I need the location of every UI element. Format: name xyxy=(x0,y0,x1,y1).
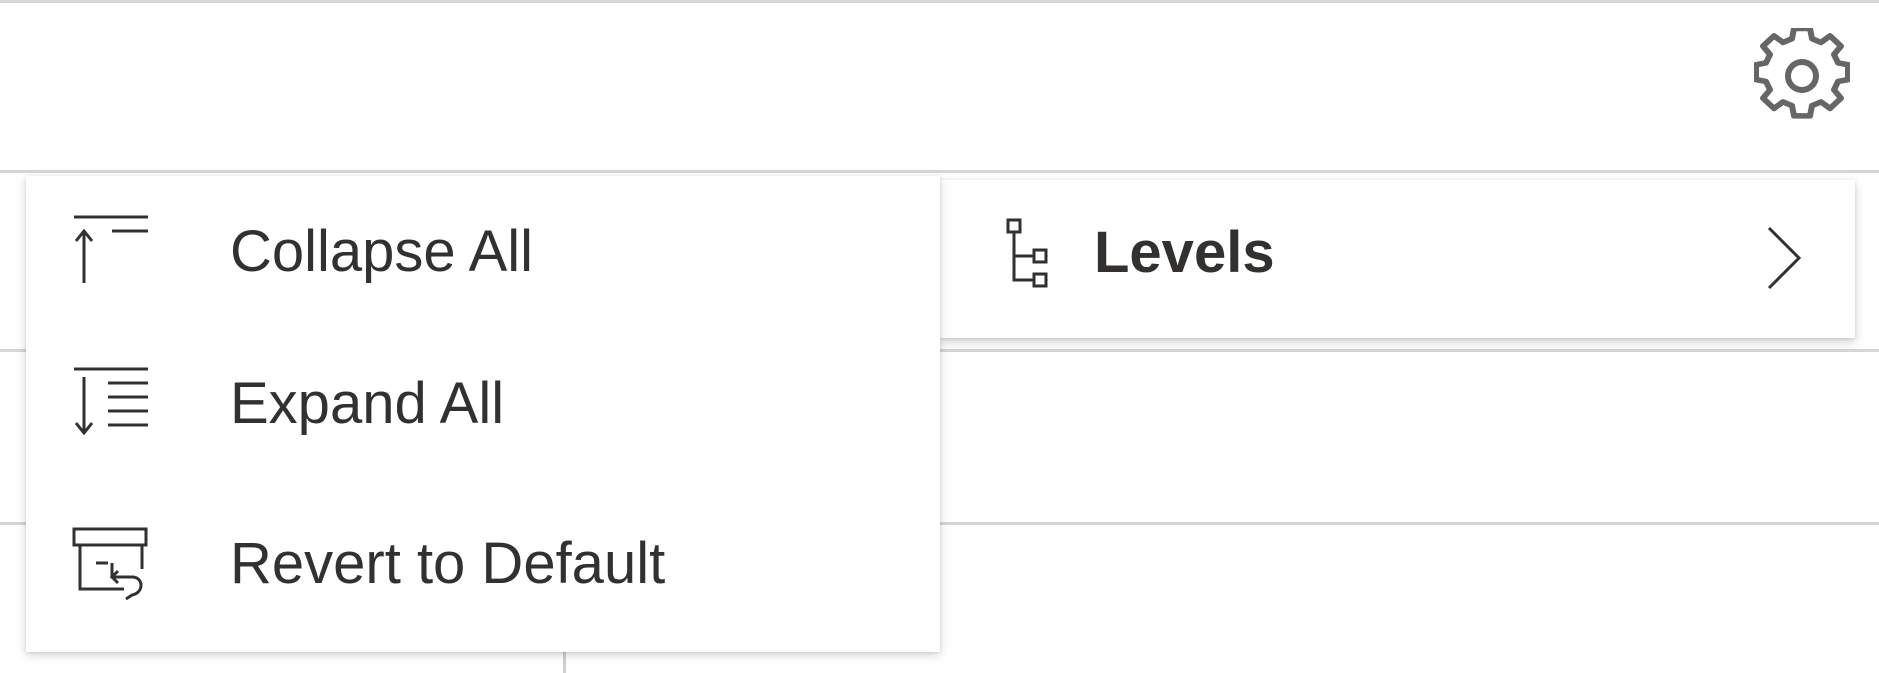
collapse-all-label: Collapse All xyxy=(230,218,534,284)
levels-menu-item[interactable]: Levels xyxy=(940,180,1855,338)
levels-label: Levels xyxy=(1094,220,1275,285)
divider-top xyxy=(0,0,1879,3)
collapse-all-menu-item[interactable]: Collapse All xyxy=(26,176,940,326)
expand-all-label: Expand All xyxy=(230,370,505,436)
chevron-right-icon xyxy=(1767,226,1802,290)
settings-button[interactable] xyxy=(1754,28,1850,124)
expand-all-icon xyxy=(72,363,152,443)
hierarchy-levels-icon xyxy=(1006,218,1048,288)
revert-to-default-menu-item[interactable]: Revert to Default xyxy=(26,488,940,638)
gear-icon xyxy=(1754,28,1850,119)
revert-to-default-icon xyxy=(72,523,152,603)
revert-to-default-label: Revert to Default xyxy=(230,530,666,596)
divider-row-1 xyxy=(0,170,1879,173)
context-menu: Collapse All Expand All Revert to Defaul… xyxy=(26,176,940,652)
page: Levels Collapse All Expand All Revert to… xyxy=(0,0,1879,673)
expand-all-menu-item[interactable]: Expand All xyxy=(26,328,940,478)
collapse-all-icon xyxy=(72,211,152,291)
